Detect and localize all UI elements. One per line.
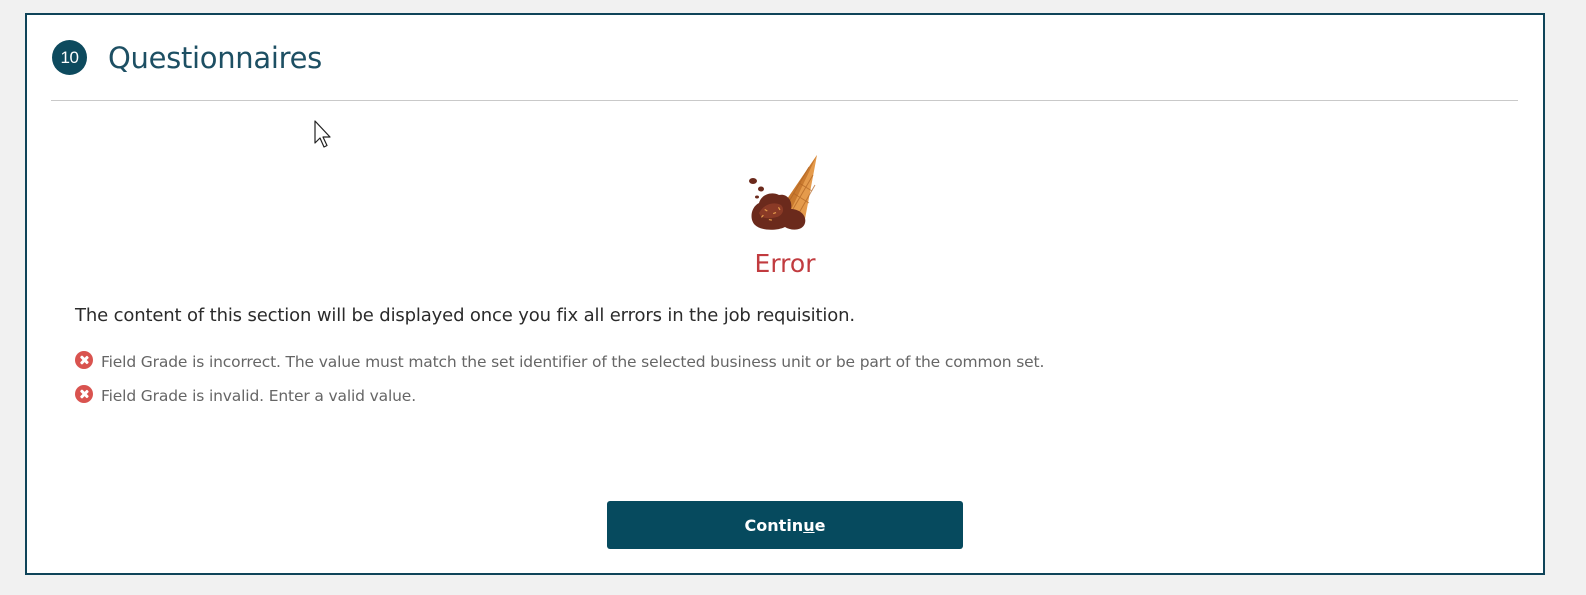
header-divider: [51, 100, 1518, 101]
dropped-ice-cream-icon: [749, 155, 817, 230]
error-list: Field Grade is incorrect. The value must…: [75, 345, 1044, 413]
section-header: 10 Questionnaires: [52, 40, 322, 75]
continue-label-end: e: [814, 515, 826, 535]
step-number-badge: 10: [52, 40, 87, 75]
error-circle-x-icon: [75, 385, 93, 403]
error-circle-x-icon: [75, 351, 93, 369]
continue-button[interactable]: Contin u e: [607, 501, 963, 549]
error-item-text: Field Grade is invalid. Enter a valid va…: [101, 387, 416, 405]
continue-label-access-key: u: [803, 515, 815, 535]
error-message: The content of this section will be disp…: [75, 305, 855, 326]
questionnaires-section-panel: 10 Questionnaires Error The content of t…: [25, 13, 1545, 575]
error-item: Field Grade is invalid. Enter a valid va…: [75, 379, 1044, 413]
continue-label-start: Contin: [744, 515, 804, 535]
error-item-text: Field Grade is incorrect. The value must…: [101, 353, 1045, 371]
error-title: Error: [754, 249, 816, 278]
error-item: Field Grade is incorrect. The value must…: [75, 345, 1044, 379]
mouse-pointer-icon: [314, 120, 331, 148]
section-title: Questionnaires: [108, 40, 322, 75]
